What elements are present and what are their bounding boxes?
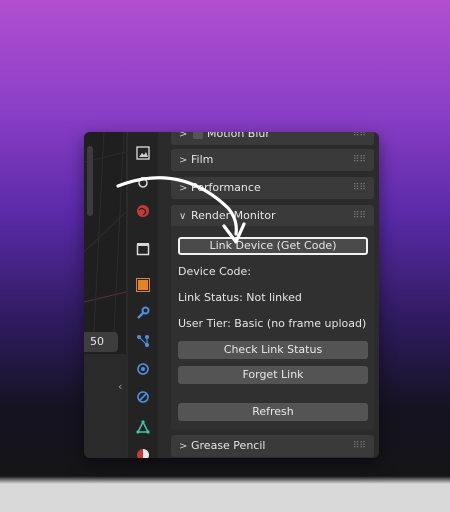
tab-object[interactable]: [132, 274, 154, 296]
tab-particles[interactable]: [132, 330, 154, 352]
drag-handle-icon[interactable]: ⠿⠿: [353, 205, 366, 227]
object-icon: [136, 278, 150, 292]
material-icon: [137, 449, 149, 458]
tab-constraints[interactable]: [132, 386, 154, 408]
image-icon: [136, 146, 150, 160]
tab-physics[interactable]: [132, 358, 154, 380]
3d-viewport[interactable]: 50 ‹: [84, 132, 126, 458]
nodes-icon: [137, 335, 149, 347]
tab-material[interactable]: [132, 444, 154, 458]
refresh-button[interactable]: Refresh: [178, 403, 368, 421]
world-icon: [137, 205, 149, 217]
tab-modifiers[interactable]: [132, 302, 154, 324]
triangle-vertex-icon: [136, 420, 150, 434]
tab-data[interactable]: [132, 416, 154, 438]
link-status-text: Link Status: Not linked: [178, 291, 302, 304]
timeline-area: [84, 354, 126, 458]
check-link-status-button[interactable]: Check Link Status: [178, 341, 368, 359]
tab-render[interactable]: [132, 172, 154, 194]
section-title: Motion Blur: [207, 132, 270, 140]
section-grease-pencil[interactable]: > Grease Pencil ⠿⠿: [171, 435, 374, 457]
drag-handle-icon[interactable]: ⠿⠿: [353, 435, 366, 457]
section-motion-blur[interactable]: > Motion Blur ⠿⠿: [171, 132, 374, 145]
user-tier-text: User Tier: Basic (no frame upload): [178, 317, 367, 330]
drag-handle-icon[interactable]: ⠿⠿: [353, 132, 366, 145]
drag-handle-icon[interactable]: ⠿⠿: [353, 177, 366, 199]
blender-window: 50 ‹ > Motion Blur ⠿⠿ > Film ⠿⠿ > Perfor…: [84, 132, 379, 458]
section-title: Render Monitor: [191, 209, 276, 222]
section-render-monitor[interactable]: ∨ Render Monitor ⠿⠿: [171, 205, 374, 227]
section-title: Grease Pencil: [191, 439, 266, 452]
camera-icon: [138, 177, 148, 188]
drag-handle-icon[interactable]: ⠿⠿: [353, 149, 366, 171]
chevron-right-icon: >: [179, 155, 188, 166]
chevron-left-icon[interactable]: ‹: [118, 380, 122, 393]
viewport-scrollbar[interactable]: [87, 146, 93, 216]
section-title: Performance: [191, 181, 261, 194]
motion-blur-checkbox[interactable]: [193, 132, 203, 139]
device-code-label: Device Code:: [178, 265, 251, 278]
section-performance[interactable]: > Performance ⠿⠿: [171, 177, 374, 199]
tab-output[interactable]: [132, 142, 154, 164]
chevron-right-icon: >: [179, 183, 188, 194]
properties-tabs: [128, 132, 158, 458]
chevron-right-icon: >: [179, 441, 188, 452]
tab-collection[interactable]: [132, 238, 154, 260]
chevron-down-icon: ∨: [179, 211, 187, 222]
section-film[interactable]: > Film ⠿⠿: [171, 149, 374, 171]
chevron-right-icon: >: [179, 132, 188, 140]
section-title: Film: [191, 153, 214, 166]
box-icon: [136, 243, 150, 256]
forget-link-button[interactable]: Forget Link: [178, 366, 368, 384]
link-device-button[interactable]: Link Device (Get Code): [178, 237, 368, 255]
orbit-icon: [137, 363, 149, 375]
constraint-icon: [137, 391, 149, 403]
tab-world[interactable]: [132, 200, 154, 222]
frame-number-field[interactable]: 50: [84, 332, 118, 352]
wrench-icon: [137, 306, 150, 319]
